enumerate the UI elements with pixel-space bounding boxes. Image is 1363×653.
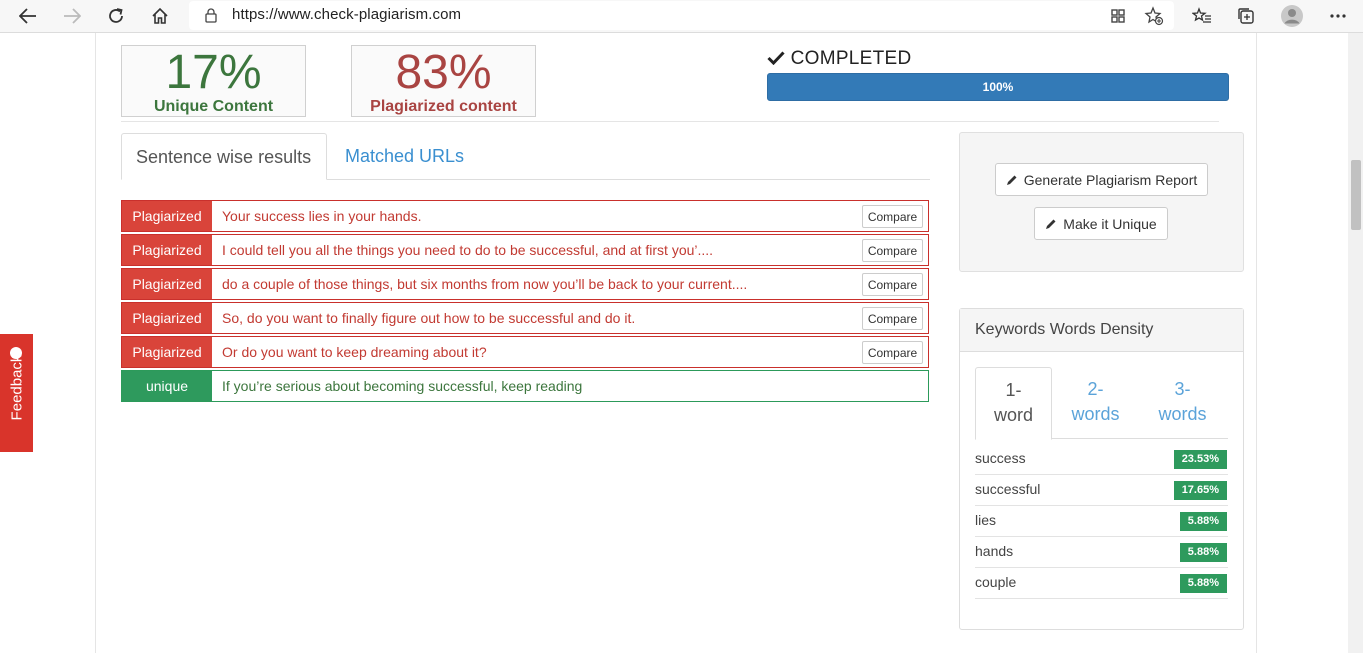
keyword-density: 5.88% <box>1179 543 1227 562</box>
keyword-word: successful <box>975 481 1041 497</box>
refresh-icon[interactable] <box>102 3 130 29</box>
sentence-text: I could tell you all the things you need… <box>222 242 714 258</box>
tab-3-words[interactable]: 3- words <box>1144 367 1221 439</box>
page-border-right <box>1256 33 1257 653</box>
status-badge: Plagiarized <box>122 201 212 231</box>
result-row: Plagiarized Or do you want to keep dream… <box>121 336 929 368</box>
completed-text: COMPLETED <box>790 48 912 69</box>
make-unique-label: Make it Unique <box>1063 215 1157 232</box>
keyword-word: hands <box>975 543 1014 559</box>
plagiarized-stat-box: 83% Plagiarized content <box>351 45 536 117</box>
keyword-word: couple <box>975 574 1017 590</box>
keyword-density: 23.53% <box>1173 450 1227 469</box>
results-list: Plagiarized Your success lies in your ha… <box>121 200 929 404</box>
actions-panel: Generate Plagiarism Report Make it Uniqu… <box>959 132 1244 272</box>
compare-button[interactable]: Compare <box>862 273 923 296</box>
tab-2-words-line1: 2- <box>1087 379 1104 399</box>
tab-2-words-line2: words <box>1071 404 1120 424</box>
keyword-density-title: Keywords Words Density <box>960 309 1243 352</box>
grid-icon[interactable] <box>1108 6 1128 26</box>
compare-button[interactable]: Compare <box>862 205 923 228</box>
unique-stat-box: 17% Unique Content <box>121 45 306 117</box>
status-badge: Plagiarized <box>122 337 212 367</box>
result-row: unique If you’re serious about becoming … <box>121 370 929 402</box>
keyword-row: successful 17.65% <box>975 475 1228 506</box>
forward-icon[interactable] <box>58 3 86 29</box>
page-scrollbar[interactable] <box>1348 33 1363 653</box>
results-tabs: Sentence wise results Matched URLs <box>121 133 930 180</box>
pencil-icon <box>1006 175 1017 185</box>
tab-matched-urls[interactable]: Matched URLs <box>331 133 478 180</box>
keyword-row: lies 5.88% <box>975 506 1228 537</box>
tab-1-word-line1: 1- <box>1005 380 1022 400</box>
tab-3-words-line2: words <box>1158 404 1207 424</box>
favorite-add-icon[interactable] <box>1144 6 1164 26</box>
check-icon <box>767 51 785 66</box>
address-bar[interactable]: https://www.check-plagiarism.com <box>189 1 1174 30</box>
keyword-row: success 23.53% <box>975 444 1228 475</box>
result-row: Plagiarized So, do you want to finally f… <box>121 302 929 334</box>
status-badge: Plagiarized <box>122 269 212 299</box>
unique-label: Unique Content <box>153 98 274 115</box>
plagiarized-percentage: 83% <box>395 46 492 99</box>
scrollbar-thumb[interactable] <box>1351 160 1361 230</box>
feedback-label: Feedback <box>8 354 26 421</box>
status-badge: Plagiarized <box>122 235 212 265</box>
sentence-text: do a couple of those things, but six mon… <box>222 276 748 292</box>
compare-button[interactable]: Compare <box>862 239 923 262</box>
unique-percentage: 17% <box>165 46 262 99</box>
pencil-icon <box>1046 219 1056 229</box>
keyword-density: 17.65% <box>1173 481 1227 500</box>
tab-3-words-line1: 3- <box>1174 379 1191 399</box>
keyword-density: 5.88% <box>1179 512 1227 531</box>
keyword-row: couple 5.88% <box>975 568 1228 599</box>
sentence-text: So, do you want to finally figure out ho… <box>222 310 636 326</box>
browser-toolbar: https://www.check-plagiarism.com <box>0 0 1363 33</box>
sentence-text: If you’re serious about becoming success… <box>222 378 583 394</box>
page-border-left <box>95 33 96 653</box>
feedback-tab[interactable]: Feedback <box>0 334 33 452</box>
lock-icon <box>203 7 219 23</box>
keyword-density: 5.88% <box>1179 574 1227 593</box>
tab-sentence-wise-results[interactable]: Sentence wise results <box>121 133 327 180</box>
keyword-word: success <box>975 450 1026 466</box>
sentence-text: Your success lies in your hands. <box>222 208 422 224</box>
keyword-row: hands 5.88% <box>975 537 1228 568</box>
make-unique-button[interactable]: Make it Unique <box>1034 207 1168 240</box>
back-icon[interactable] <box>14 3 42 29</box>
url-text[interactable]: https://www.check-plagiarism.com <box>232 6 461 23</box>
favorites-icon[interactable] <box>1188 3 1216 29</box>
keyword-tabs: 1- word 2- words 3- words <box>975 367 1228 440</box>
tab-1-word-line2: word <box>993 405 1033 425</box>
progress-bar: 100% <box>767 73 1229 101</box>
result-row: Plagiarized I could tell you all the thi… <box>121 234 929 266</box>
result-row: Plagiarized Your success lies in your ha… <box>121 200 929 232</box>
keyword-word: lies <box>975 512 997 528</box>
home-icon[interactable] <box>146 3 174 29</box>
compare-button[interactable]: Compare <box>862 307 923 330</box>
tab-2-words[interactable]: 2- words <box>1057 367 1134 439</box>
sentence-text: Or do you want to keep dreaming about it… <box>222 344 487 360</box>
result-row: Plagiarized do a couple of those things,… <box>121 268 929 300</box>
status-badge: unique <box>122 371 212 401</box>
tab-1-word[interactable]: 1- word <box>975 367 1052 440</box>
collections-icon[interactable] <box>1232 3 1260 29</box>
status-badge: Plagiarized <box>122 303 212 333</box>
generate-report-button[interactable]: Generate Plagiarism Report <box>995 163 1208 196</box>
profile-avatar-icon[interactable] <box>1278 3 1306 29</box>
generate-report-label: Generate Plagiarism Report <box>1023 171 1198 188</box>
more-menu-icon[interactable] <box>1324 3 1352 29</box>
divider <box>121 121 1219 122</box>
plagiarized-label: Plagiarized content <box>370 98 517 115</box>
compare-button[interactable]: Compare <box>862 341 923 364</box>
completed-status: COMPLETED <box>767 48 912 70</box>
